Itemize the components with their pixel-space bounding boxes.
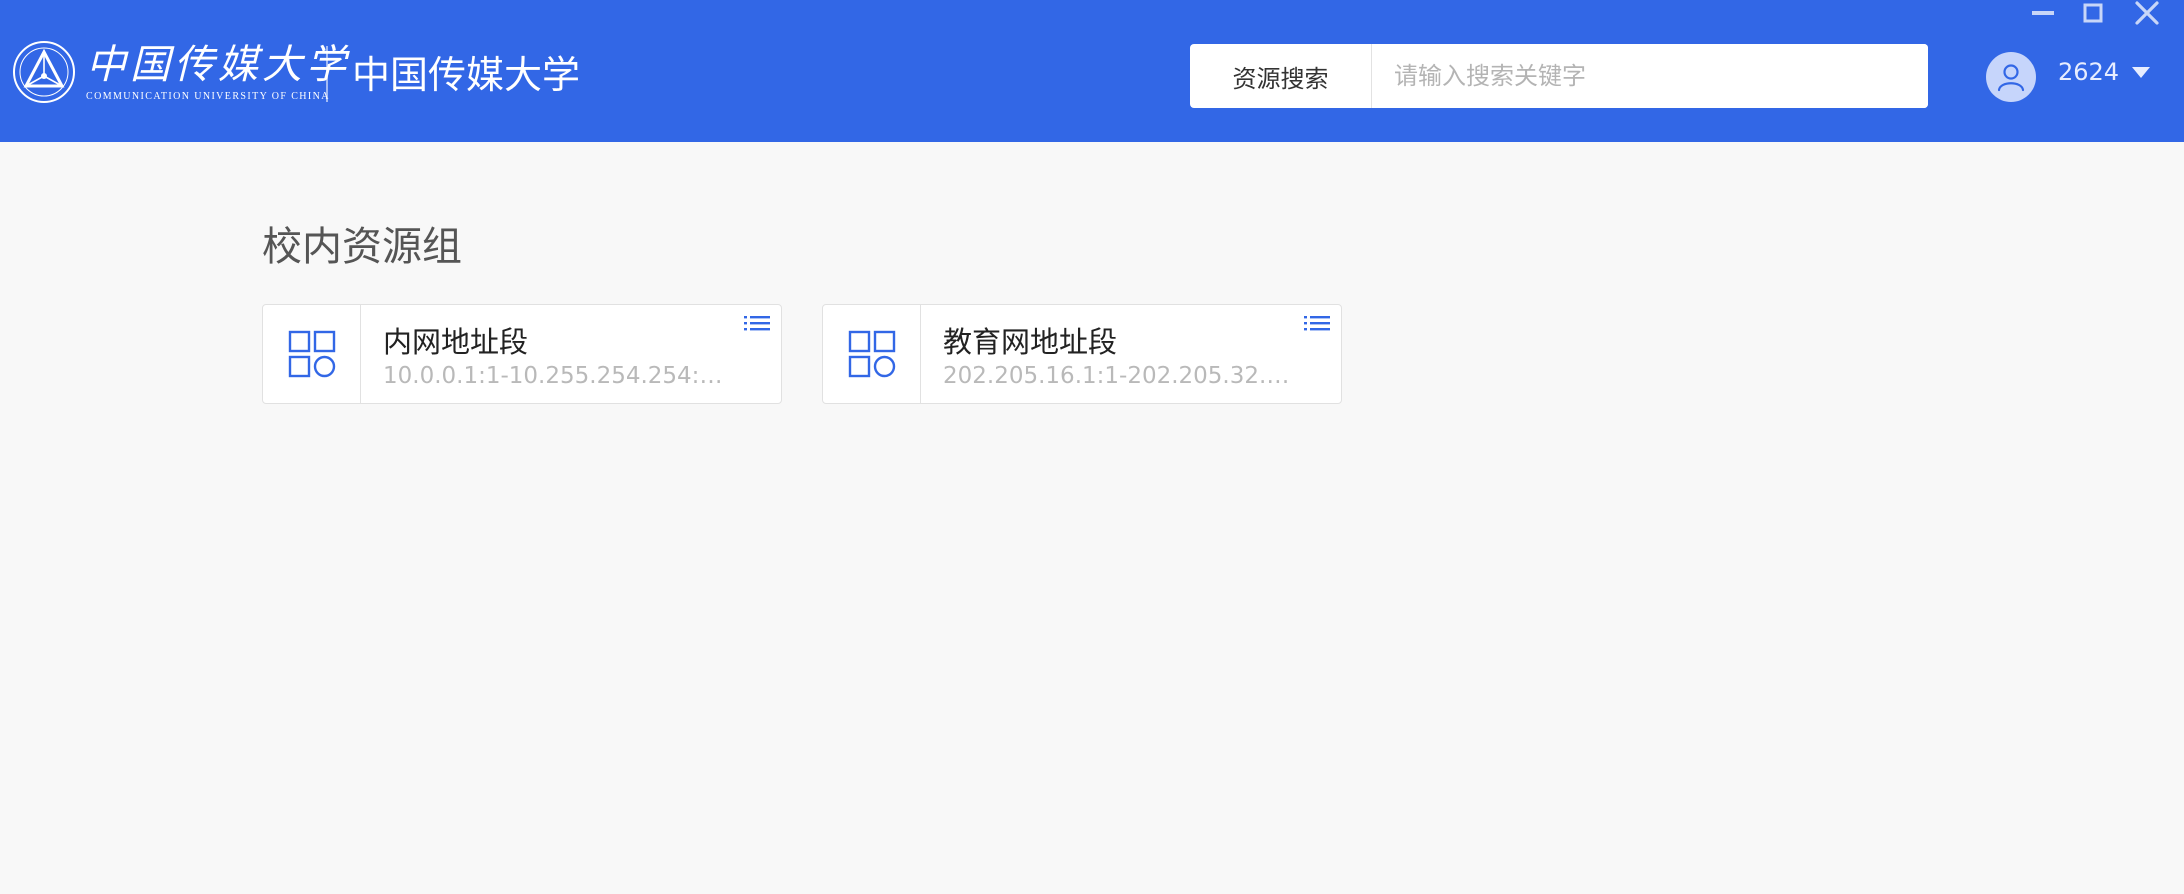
card-address-range: 10.0.0.1:1-10.255.254.254:65...: [383, 363, 733, 389]
user-avatar-icon[interactable]: [1986, 52, 2036, 102]
resource-card[interactable]: 内网地址段 10.0.0.1:1-10.255.254.254:65...: [262, 304, 782, 404]
user-menu-chevron-down-icon[interactable]: [2132, 67, 2150, 78]
card-body: 教育网地址段 202.205.16.1:1-202.205.32.25...: [921, 305, 1341, 403]
close-icon: [2135, 1, 2159, 25]
search-type-button[interactable]: 资源搜索: [1190, 44, 1372, 108]
card-icon-cell: [263, 305, 361, 403]
section-title: 校内资源组: [262, 224, 462, 270]
card-address-range: 202.205.16.1:1-202.205.32.25...: [943, 363, 1293, 389]
maximize-icon: [2083, 3, 2103, 23]
window-minimize-button[interactable]: [2026, 0, 2060, 26]
list-icon[interactable]: [1303, 313, 1331, 337]
user-icon: [1997, 64, 2025, 92]
search-input[interactable]: [1372, 44, 1928, 108]
search-bar: 资源搜索: [1190, 44, 1928, 108]
card-icon-cell: [823, 305, 921, 403]
logo-divider: [326, 46, 328, 102]
username[interactable]: 2624: [2058, 56, 2119, 88]
apps-icon: [848, 330, 895, 378]
window-maximize-button[interactable]: [2076, 0, 2110, 26]
window-close-button[interactable]: [2130, 0, 2164, 26]
card-name: 教育网地址段: [943, 325, 1118, 359]
list-icon[interactable]: [743, 313, 771, 337]
logo-cn-text: 中国传媒大学: [86, 42, 350, 88]
logo-en-text: COMMUNICATION UNIVERSITY OF CHINA: [86, 91, 330, 102]
card-name: 内网地址段: [383, 325, 529, 359]
resource-card[interactable]: 教育网地址段 202.205.16.1:1-202.205.32.25...: [822, 304, 1342, 404]
top-header: 中国传媒大学 COMMUNICATION UNIVERSITY OF CHINA…: [0, 0, 2184, 142]
logo-text: 中国传媒大学 COMMUNICATION UNIVERSITY OF CHINA: [86, 41, 350, 103]
university-emblem-icon: [13, 41, 75, 103]
card-body: 内网地址段 10.0.0.1:1-10.255.254.254:65...: [361, 305, 781, 403]
apps-icon: [288, 330, 335, 378]
page-title: 中国传媒大学: [352, 53, 581, 97]
university-logo: 中国传媒大学 COMMUNICATION UNIVERSITY OF CHINA: [12, 38, 350, 106]
minimize-icon: [2032, 11, 2054, 15]
